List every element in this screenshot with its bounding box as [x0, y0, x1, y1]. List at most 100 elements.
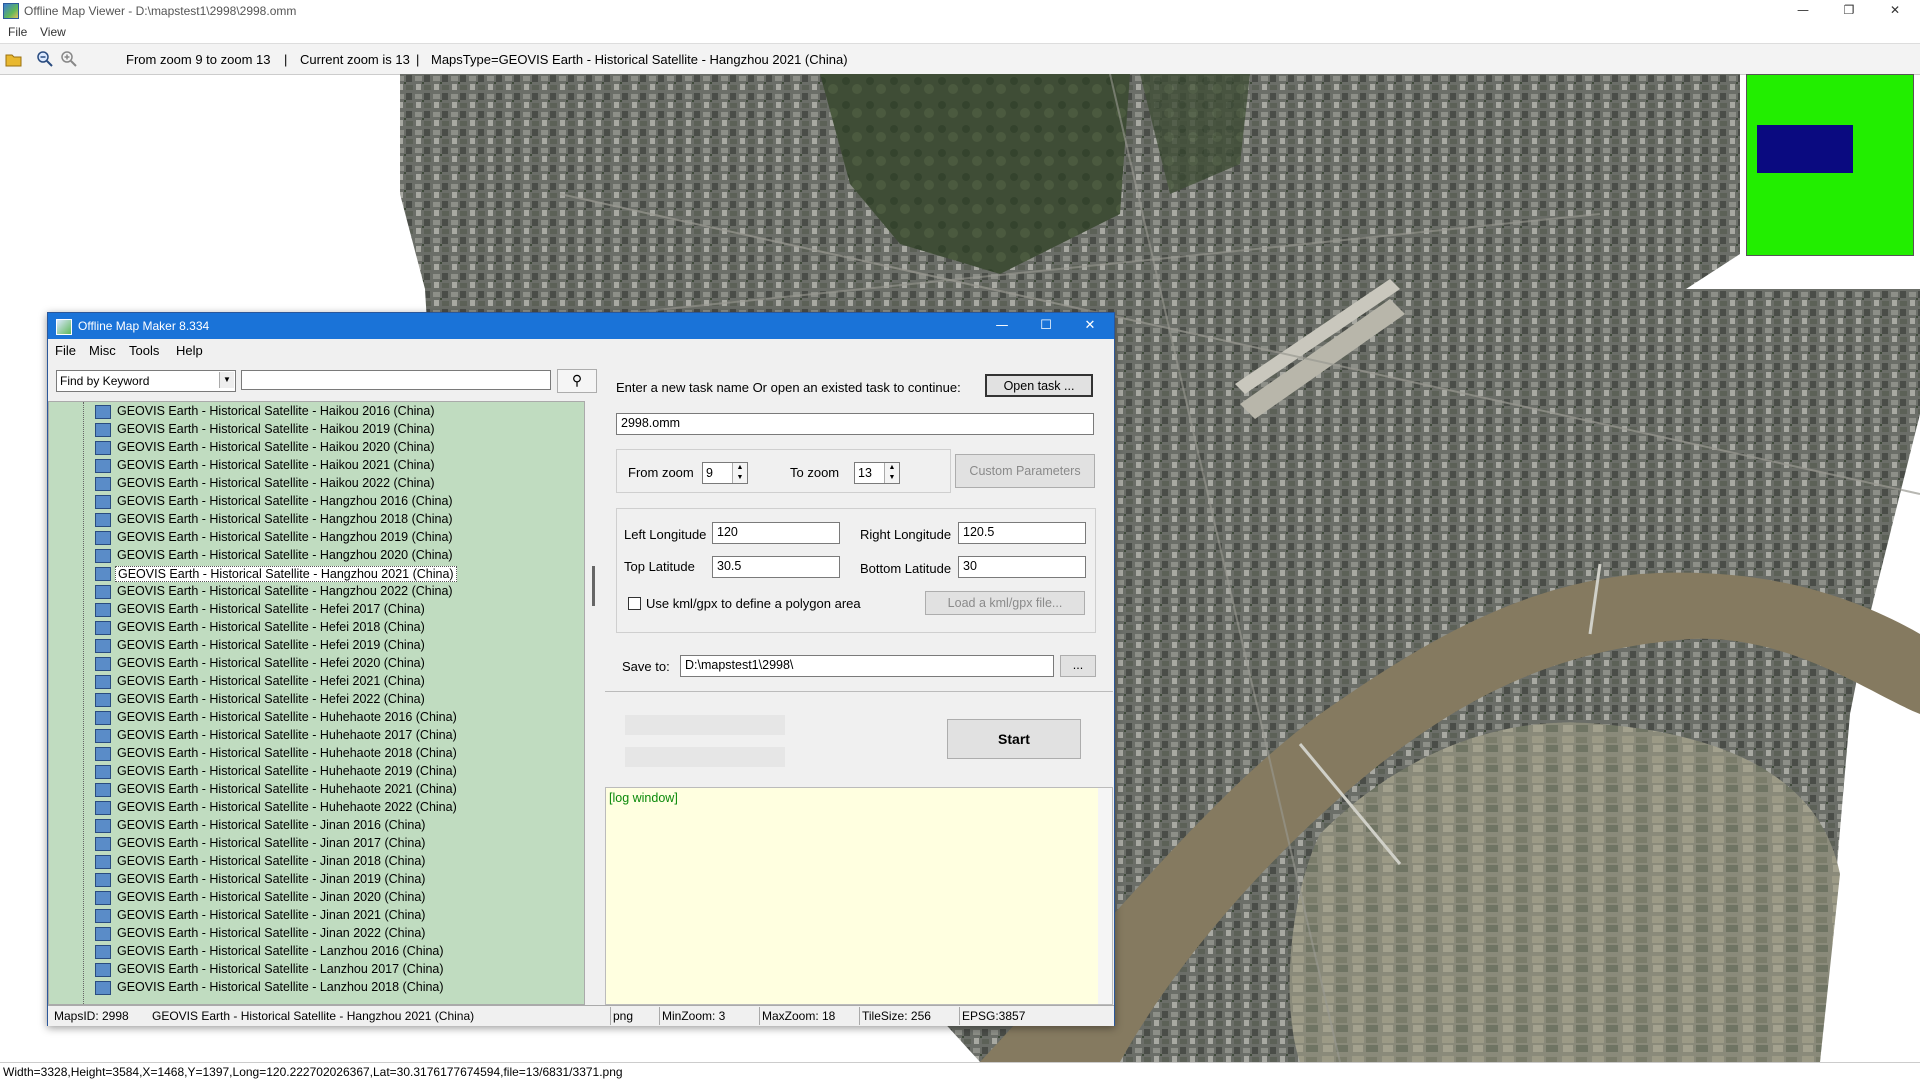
dialog-title: Offline Map Maker 8.334 [78, 319, 210, 333]
right-longitude-input[interactable]: 120.5 [958, 522, 1086, 544]
tree-item-label: GEOVIS Earth - Historical Satellite - He… [117, 602, 425, 616]
dialog-app-icon [56, 319, 72, 335]
minimap-viewport[interactable] [1757, 125, 1853, 173]
to-zoom-stepper[interactable]: 13 ▲ ▼ [854, 462, 900, 484]
statusbar: Width=3328,Height=3584,X=1468,Y=1397,Lon… [0, 1062, 1920, 1081]
task-name-input[interactable]: 2998.omm [616, 413, 1094, 435]
browse-button[interactable]: ... [1060, 655, 1096, 677]
save-to-input[interactable]: D:\mapstest1\2998\ [680, 655, 1054, 677]
left-longitude-input[interactable]: 120 [712, 522, 840, 544]
map-icon [95, 837, 111, 851]
dialog-menu-help[interactable]: Help [176, 343, 203, 358]
current-zoom-label: Current zoom is 13 [300, 52, 410, 67]
tree-item-label: GEOVIS Earth - Historical Satellite - Ha… [117, 494, 453, 508]
map-icon [95, 423, 111, 437]
map-icon [95, 621, 111, 635]
dialog-titlebar: Offline Map Maker 8.334 — ☐ ✕ [48, 313, 1114, 339]
zoom-in-icon[interactable] [60, 50, 78, 68]
map-icon [95, 639, 111, 653]
tree-item-label: GEOVIS Earth - Historical Satellite - He… [117, 620, 425, 634]
status-min-zoom: MinZoom: 3 [662, 1009, 726, 1023]
task-prompt: Enter a new task name Or open an existed… [616, 380, 961, 395]
status-max-zoom: MaxZoom: 18 [762, 1009, 836, 1023]
map-icon [95, 711, 111, 725]
tree-item-label: GEOVIS Earth - Historical Satellite - Ha… [117, 422, 435, 436]
log-window[interactable]: [log window] [605, 787, 1113, 1005]
dialog-menu-tools[interactable]: Tools [129, 343, 159, 358]
top-latitude-input[interactable]: 30.5 [712, 556, 840, 578]
pane-splitter[interactable] [592, 566, 595, 606]
zoom-range-label: From zoom 9 to zoom 13 [126, 52, 271, 67]
dialog-minimize-icon[interactable]: — [980, 313, 1024, 339]
status-map-name: GEOVIS Earth - Historical Satellite - Ha… [152, 1009, 475, 1023]
progress-bar-current [625, 747, 785, 767]
search-icon: ⚲ [571, 372, 583, 388]
custom-parameters-button[interactable]: Custom Parameters [955, 454, 1095, 488]
to-zoom-label: To zoom [790, 465, 840, 480]
search-button[interactable]: ⚲ [557, 369, 597, 393]
status-coordinates: Width=3328,Height=3584,X=1468,Y=1397,Lon… [3, 1065, 623, 1079]
chevron-down-icon: ▼ [219, 372, 234, 388]
map-icon [95, 567, 111, 581]
tree-item-label: GEOVIS Earth - Historical Satellite - Ha… [117, 476, 435, 490]
tree-item-label: GEOVIS Earth - Historical Satellite - Ji… [117, 818, 426, 832]
dialog-maximize-icon[interactable]: ☐ [1024, 313, 1068, 339]
status-maps-id: MapsID: 2998 [54, 1009, 129, 1023]
keyword-input[interactable] [241, 370, 551, 390]
minimize-icon[interactable]: — [1780, 0, 1826, 22]
map-icon [95, 441, 111, 455]
tree-item-label: GEOVIS Earth - Historical Satellite - Hu… [117, 782, 457, 796]
log-scrollbar[interactable] [1098, 788, 1112, 1004]
open-task-button[interactable]: Open task ... [985, 374, 1093, 397]
map-icon [95, 495, 111, 509]
load-kml-button[interactable]: Load a kml/gpx file... [925, 591, 1085, 615]
maximize-icon[interactable]: ❐ [1826, 0, 1872, 22]
tree-item-label: GEOVIS Earth - Historical Satellite - Ha… [117, 512, 453, 526]
menu-file[interactable]: File [8, 25, 27, 39]
map-icon [95, 801, 111, 815]
status-tile-size: TileSize: 256 [862, 1009, 931, 1023]
map-icon [95, 981, 111, 995]
tree-item-label: GEOVIS Earth - Historical Satellite - Hu… [117, 764, 457, 778]
tree-item-label: GEOVIS Earth - Historical Satellite - Ji… [117, 854, 426, 868]
tree-item-label: GEOVIS Earth - Historical Satellite - Ha… [117, 404, 435, 418]
tree-item-label: GEOVIS Earth - Historical Satellite - Ha… [117, 584, 453, 598]
zoom-out-icon[interactable] [36, 50, 54, 68]
top-latitude-label: Top Latitude [624, 559, 695, 574]
window-titlebar: Offline Map Viewer - D:\mapstest1\2998\2… [0, 0, 1920, 22]
close-icon[interactable]: ✕ [1872, 0, 1918, 22]
map-icon [95, 819, 111, 833]
stepper-arrows-icon[interactable]: ▲ ▼ [884, 463, 899, 483]
dialog-menu-misc[interactable]: Misc [89, 343, 116, 358]
bottom-latitude-label: Bottom Latitude [860, 561, 952, 576]
right-longitude-label: Right Longitude [860, 527, 952, 542]
map-icon [95, 963, 111, 977]
map-icon [95, 927, 111, 941]
map-list-tree[interactable]: GEOVIS Earth - Historical Satellite - Ha… [48, 401, 585, 1005]
tree-item-label: GEOVIS Earth - Historical Satellite - Ji… [117, 872, 426, 886]
tree-item-label: GEOVIS Earth - Historical Satellite - Hu… [117, 728, 457, 742]
tree-item-label: GEOVIS Earth - Historical Satellite - Hu… [117, 746, 457, 760]
stepper-arrows-icon[interactable]: ▲ ▼ [732, 463, 747, 483]
tree-item-label: GEOVIS Earth - Historical Satellite - Ji… [117, 908, 426, 922]
kml-checkbox[interactable] [628, 597, 641, 610]
start-button[interactable]: Start [947, 719, 1081, 759]
map-icon [95, 855, 111, 869]
menubar: File View [0, 22, 1920, 42]
from-zoom-stepper[interactable]: 9 ▲ ▼ [702, 462, 748, 484]
from-zoom-label: From zoom [628, 465, 694, 480]
dialog-close-icon[interactable]: ✕ [1068, 313, 1112, 339]
open-folder-icon[interactable] [5, 50, 23, 68]
menu-view[interactable]: View [40, 25, 66, 39]
minimap[interactable] [1746, 74, 1914, 256]
tree-item-label: GEOVIS Earth - Historical Satellite - La… [117, 962, 444, 976]
dialog-menu-file[interactable]: File [55, 343, 76, 358]
tree-item-label: GEOVIS Earth - Historical Satellite - Ha… [117, 458, 435, 472]
map-icon [95, 549, 111, 563]
bottom-latitude-input[interactable]: 30 [958, 556, 1086, 578]
map-icon [95, 585, 111, 599]
tree-line [83, 402, 84, 1004]
tree-item-label: GEOVIS Earth - Historical Satellite - Ha… [117, 548, 453, 562]
find-by-select[interactable]: Find by Keyword ▼ [56, 370, 236, 392]
kml-checkbox-label: Use kml/gpx to define a polygon area [646, 596, 861, 611]
